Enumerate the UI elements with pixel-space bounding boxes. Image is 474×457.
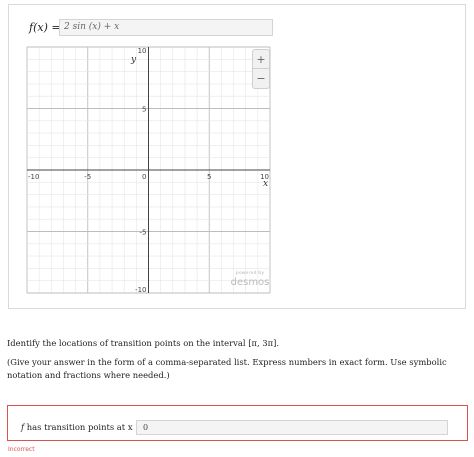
answer-input[interactable]: [136, 420, 448, 435]
y-tick-label: 5: [142, 106, 146, 114]
y-tick-label: -10: [135, 286, 146, 294]
instructions-text: (Give your answer in the form of a comma…: [7, 357, 447, 380]
y-axis-label: y: [130, 55, 137, 65]
zoom-controls: + −: [252, 49, 270, 89]
zoom-in-button[interactable]: +: [253, 50, 269, 69]
answer-box: f has transition points at x =: [7, 405, 468, 441]
question-text: Identify the locations of transition poi…: [7, 338, 280, 348]
incorrect-status: Incorrect: [8, 446, 35, 453]
answer-label-text: has transition points at x =: [24, 422, 143, 432]
x-tick-label: 0: [142, 173, 146, 181]
x-tick-label: 5: [207, 173, 211, 181]
x-axis-label: x: [263, 179, 268, 189]
watermark-desmos-logo: desmos: [230, 277, 270, 288]
zoom-out-button[interactable]: −: [253, 69, 269, 88]
y-tick-label: 10: [138, 47, 147, 55]
y-tick-label: -5: [140, 229, 147, 237]
desmos-watermark: powered by desmos: [229, 271, 271, 288]
answer-label: f has transition points at x =: [21, 422, 142, 432]
x-tick-label: -10: [28, 173, 39, 181]
x-tick-label: -5: [84, 173, 91, 181]
